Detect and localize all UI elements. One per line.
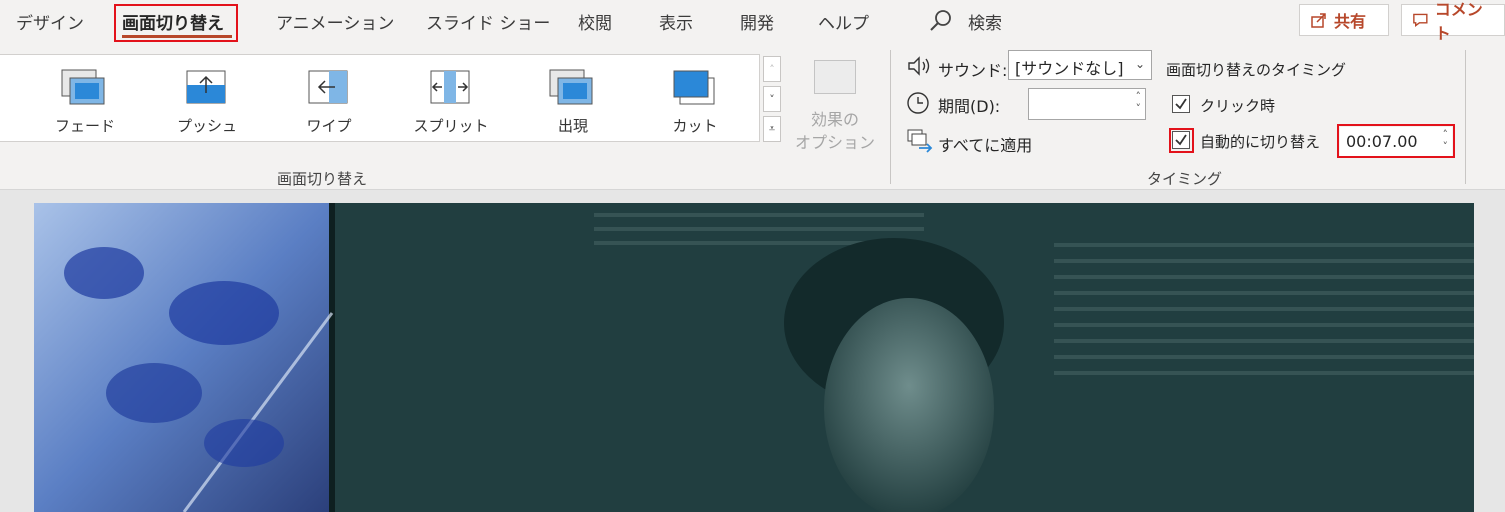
effect-options-label-1: 効果の <box>810 110 859 129</box>
slide-preview[interactable] <box>34 203 1474 512</box>
transition-fade-label: フェード <box>54 117 115 135</box>
group-divider-right <box>1465 50 1466 184</box>
highlight-tab-transitions <box>114 4 238 42</box>
share-icon <box>1311 13 1326 28</box>
share-button[interactable]: 共有 <box>1299 4 1389 36</box>
transition-cut-label: カット <box>672 117 718 135</box>
speaker-icon <box>908 56 930 76</box>
tab-design[interactable]: デザイン <box>16 9 84 34</box>
timing-group-label: タイミング <box>1147 170 1223 188</box>
sound-value: [サウンドなし] <box>1015 59 1124 78</box>
search-label[interactable]: 検索 <box>968 9 1002 34</box>
transitions-group-label: 画面切り替え <box>277 170 368 188</box>
wipe-icon <box>308 70 348 104</box>
transition-push-label: プッシュ <box>176 117 237 135</box>
advance-slide-title: 画面切り替えのタイミング <box>1166 61 1347 79</box>
comment-button[interactable]: コメント <box>1401 0 1505 43</box>
effect-options-icon <box>814 60 856 94</box>
tab-slideshow[interactable]: スライド ショー <box>426 9 550 34</box>
tab-review[interactable]: 校閲 <box>578 9 612 34</box>
ribbon-panel: フェード プッシュ ワイプ スプリット 出現 カット ˄ ˅ ⩡ 効果の オプシ… <box>0 42 1505 190</box>
transition-reveal-label: 出現 <box>557 117 588 135</box>
chevron-down-icon: ⌄ <box>1134 57 1145 71</box>
highlight-after-time <box>1337 124 1455 158</box>
fade-icon <box>61 69 105 105</box>
transition-split[interactable]: スプリット <box>401 55 501 143</box>
after-label: 自動的に切り替え <box>1200 133 1321 151</box>
tab-developer[interactable]: 開発 <box>740 9 774 34</box>
group-divider <box>890 50 891 184</box>
transition-reveal[interactable]: 出現 <box>523 55 623 143</box>
reveal-icon <box>549 69 593 105</box>
slide-photo <box>34 203 1474 512</box>
tab-view[interactable]: 表示 <box>659 9 693 34</box>
gallery-scroll-up-button[interactable]: ˄ <box>763 56 781 82</box>
comment-label: コメント <box>1434 0 1483 43</box>
cut-icon <box>673 70 715 105</box>
on-click-checkbox[interactable] <box>1172 95 1190 113</box>
effect-options-label-2: オプション <box>794 133 875 152</box>
clock-icon <box>907 92 929 114</box>
transition-wipe[interactable]: ワイプ <box>279 55 379 143</box>
transition-cut[interactable]: カット <box>645 55 745 143</box>
share-label: 共有 <box>1334 12 1367 31</box>
split-icon <box>430 70 470 104</box>
tab-help[interactable]: ヘルプ <box>818 9 869 34</box>
transition-fade[interactable]: フェード <box>35 55 135 143</box>
gallery-more-button[interactable]: ⩡ <box>763 116 781 142</box>
on-click-label: クリック時 <box>1200 97 1276 115</box>
transition-split-label: スプリット <box>413 117 489 135</box>
push-icon <box>186 70 226 104</box>
sound-label: サウンド: <box>938 61 1008 80</box>
sound-select[interactable]: [サウンドなし] ⌄ <box>1008 50 1152 80</box>
ribbon-tab-bar: デザイン 画面切り替え アニメーション スライド ショー 校閲 表示 開発 ヘル… <box>0 0 1505 43</box>
checkmark-icon <box>1175 98 1187 110</box>
duration-label: 期間(D): <box>938 97 1001 116</box>
highlight-after-checkbox <box>1169 128 1194 153</box>
transition-wipe-label: ワイプ <box>306 117 352 135</box>
duration-spinner[interactable]: ˄ ˅ <box>1136 91 1142 115</box>
gallery-scroll: ˄ ˅ ⩡ <box>762 54 782 142</box>
transition-push[interactable]: プッシュ <box>157 55 257 143</box>
transition-gallery: フェード プッシュ ワイプ スプリット 出現 カット <box>0 54 760 142</box>
apply-all-icon <box>907 129 933 153</box>
comment-icon <box>1413 13 1428 27</box>
tab-animations[interactable]: アニメーション <box>276 9 394 34</box>
duration-input[interactable]: ˄ ˅ <box>1028 88 1146 120</box>
apply-all-button[interactable]: すべてに適用 <box>938 132 1032 156</box>
search-icon[interactable] <box>928 8 954 34</box>
gallery-scroll-down-button[interactable]: ˅ <box>763 86 781 112</box>
